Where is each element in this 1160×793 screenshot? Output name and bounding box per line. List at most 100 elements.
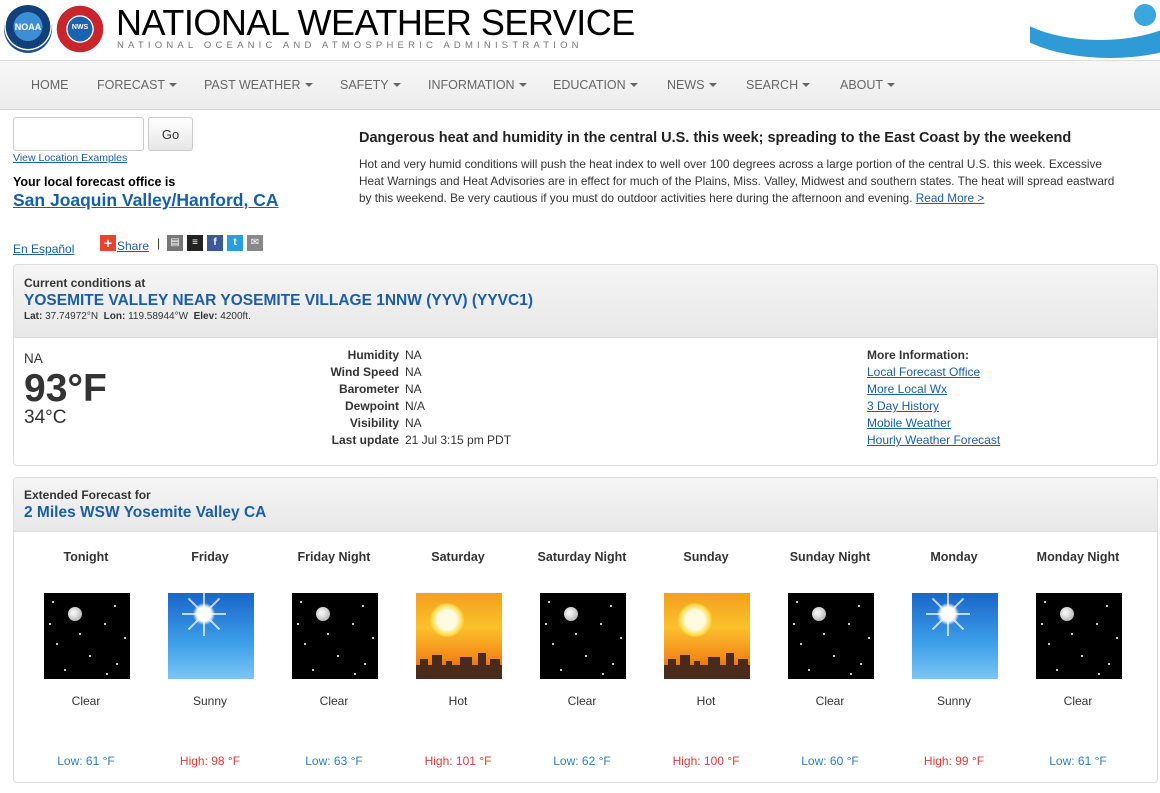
more-local-wx-link[interactable]: More Local Wx: [867, 382, 947, 396]
headline-title[interactable]: Dangerous heat and humidity in the centr…: [359, 130, 1071, 146]
share-separator: |: [157, 236, 161, 250]
facebook-icon[interactable]: f: [207, 235, 223, 251]
local-forecast-office-link[interactable]: Local Forecast Office: [867, 365, 980, 379]
night-clear-icon[interactable]: [1036, 593, 1122, 679]
three-day-history-link[interactable]: 3 Day History: [867, 399, 939, 413]
share-link[interactable]: Share: [117, 239, 149, 253]
last-update-value: 21 Jul 3:15 pm PDT: [405, 433, 512, 447]
forecast-short-desc: Clear: [815, 694, 845, 708]
nav-about[interactable]: ABOUT: [840, 78, 896, 92]
hot-icon[interactable]: [664, 593, 750, 679]
forecast-high-temp: High: 98 °F: [179, 754, 241, 768]
nav-search[interactable]: SEARCH: [746, 78, 811, 92]
forecast-period[interactable]: Saturday Hot High: 101 °F: [396, 539, 520, 769]
caret-down-icon: [518, 83, 527, 87]
forecast-period[interactable]: Friday Night Clear Low: 63 °F: [272, 539, 396, 769]
visibility-value: NA: [405, 416, 422, 430]
nav-forecast[interactable]: FORECAST: [97, 78, 178, 92]
mobile-weather-link[interactable]: Mobile Weather: [867, 416, 951, 430]
email-icon[interactable]: ✉: [247, 235, 263, 251]
nav-information[interactable]: INFORMATION: [428, 78, 527, 92]
nav-news[interactable]: NEWS: [667, 78, 717, 92]
wind-speed-label: Wind Speed: [330, 365, 399, 379]
nav-safety[interactable]: SAFETY: [340, 78, 401, 92]
forecast-short-desc: Sunny: [192, 694, 228, 708]
station-coordinates: Lat: 37.74972°N Lon: 119.58944°W Elev: 4…: [24, 311, 251, 322]
go-button[interactable]: Go: [148, 117, 193, 151]
forecast-period-name: Sunday Night: [789, 550, 871, 564]
forecast-low-temp: Low: 63 °F: [305, 754, 363, 768]
forecast-period-name: Saturday: [431, 550, 485, 564]
station-name[interactable]: YOSEMITE VALLEY NEAR YOSEMITE VILLAGE 1N…: [24, 292, 533, 310]
nav-education[interactable]: EDUCATION: [553, 78, 638, 92]
night-clear-icon[interactable]: [788, 593, 874, 679]
extended-forecast-header: Extended Forecast for 2 Miles WSW Yosemi…: [14, 478, 1157, 532]
header-swoosh: [1030, 0, 1160, 60]
current-condition-text: NA: [24, 351, 43, 366]
forecast-low-temp: Low: 60 °F: [801, 754, 859, 768]
noaa-logo[interactable]: NOAA: [4, 5, 52, 53]
location-examples-link[interactable]: View Location Examples: [13, 152, 127, 164]
forecast-high-temp: High: 99 °F: [923, 754, 985, 768]
forecast-period[interactable]: Friday Sunny High: 98 °F: [148, 539, 272, 769]
site-title[interactable]: NATIONAL WEATHER SERVICE: [116, 2, 635, 44]
forecast-high-temp: High: 101 °F: [424, 754, 492, 768]
read-more-link[interactable]: Read More >: [916, 191, 985, 205]
forecast-period[interactable]: Sunday Hot High: 100 °F: [644, 539, 768, 769]
nav-home[interactable]: HOME: [31, 78, 69, 92]
share-plus-icon[interactable]: +: [100, 235, 116, 251]
nws-logo-text: NWS: [71, 24, 89, 31]
forecast-office-label: Your local forecast office is: [13, 175, 176, 189]
usa-gov-seal-icon[interactable]: [1132, 2, 1158, 28]
extended-forecast-heading: Extended Forecast for: [24, 488, 151, 502]
main-nav: HOME FORECAST PAST WEATHER SAFETY INFORM…: [0, 60, 1160, 110]
caret-down-icon: [169, 83, 178, 87]
current-conditions-panel: Current conditions at YOSEMITE VALLEY NE…: [13, 264, 1158, 466]
forecast-period-name: Tonight: [63, 550, 109, 564]
humidity-value: NA: [405, 348, 422, 362]
buffer-icon[interactable]: ≡: [187, 235, 203, 251]
night-clear-icon[interactable]: [540, 593, 626, 679]
forecast-short-desc: Hot: [448, 694, 468, 708]
forecast-period[interactable]: Saturday Night Clear Low: 62 °F: [520, 539, 644, 769]
twitter-icon[interactable]: t: [227, 235, 243, 251]
forecast-low-temp: Low: 62 °F: [553, 754, 611, 768]
forecast-period-name: Saturday Night: [537, 550, 627, 564]
forecast-short-desc: Hot: [696, 694, 716, 708]
forecast-period[interactable]: Tonight Clear Low: 61 °F: [24, 539, 148, 769]
nws-logo[interactable]: NWS: [56, 5, 104, 53]
forecast-period[interactable]: Sunday Night Clear Low: 60 °F: [768, 539, 892, 769]
current-temp-f: 93°F: [24, 367, 107, 410]
location-search-input[interactable]: [13, 117, 144, 151]
hot-icon[interactable]: [416, 593, 502, 679]
forecast-period-name: Sunday: [683, 550, 729, 564]
more-information-heading: More Information:: [867, 348, 969, 362]
caret-down-icon: [887, 83, 896, 87]
forecast-short-desc: Clear: [1063, 694, 1093, 708]
forecast-period[interactable]: Monday Sunny High: 99 °F: [892, 539, 1016, 769]
caret-down-icon: [629, 83, 638, 87]
hourly-forecast-link[interactable]: Hourly Weather Forecast: [867, 433, 1000, 447]
sunny-icon[interactable]: [912, 593, 998, 679]
humidity-label: Humidity: [347, 348, 399, 362]
caret-down-icon: [802, 83, 811, 87]
noaa-logo-text: NOAA: [14, 22, 42, 32]
forecast-period[interactable]: Monday Night Clear Low: 61 °F: [1016, 539, 1140, 769]
sunny-icon[interactable]: [168, 593, 254, 679]
espanol-link[interactable]: En Español: [13, 242, 74, 256]
current-conditions-heading: Current conditions at: [24, 276, 146, 290]
barometer-value: NA: [405, 382, 422, 396]
forecast-period-name: Monday: [930, 550, 978, 564]
forecast-office-link[interactable]: San Joaquin Valley/Hanford, CA: [13, 190, 278, 211]
last-update-label: Last update: [331, 433, 399, 447]
forecast-period-name: Friday: [191, 550, 229, 564]
forecast-location[interactable]: 2 Miles WSW Yosemite Valley CA: [24, 504, 266, 522]
site-header: NOAA NWS NATIONAL WEATHER SERVICE NATION…: [0, 0, 1160, 60]
print-icon[interactable]: ▤: [167, 235, 183, 251]
current-temp-c: 34°C: [24, 407, 67, 428]
forecast-period-name: Friday Night: [297, 550, 371, 564]
night-clear-icon[interactable]: [44, 593, 130, 679]
caret-down-icon: [392, 83, 401, 87]
night-clear-icon[interactable]: [292, 593, 378, 679]
nav-past-weather[interactable]: PAST WEATHER: [204, 78, 313, 92]
